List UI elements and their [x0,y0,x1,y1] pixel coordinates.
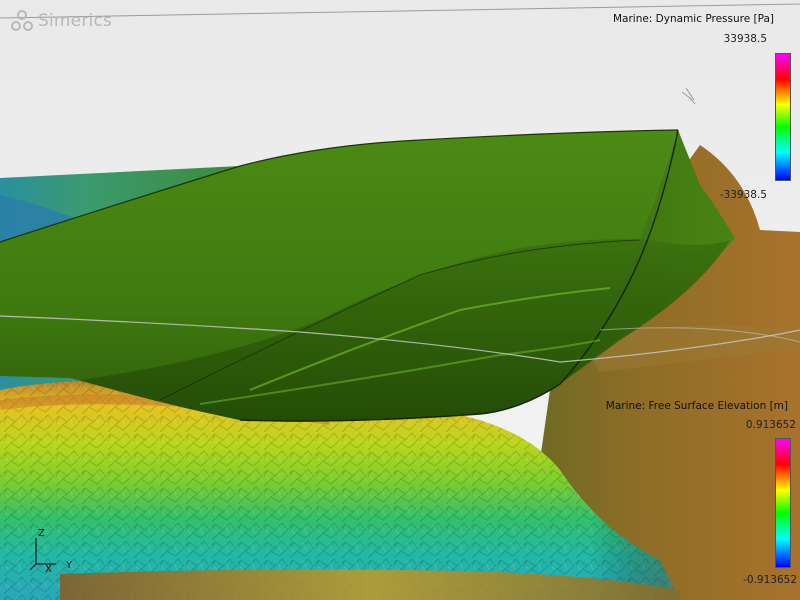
surface-legend-min: -0.913652 [743,574,797,586]
simerics-logo: Simerics [10,9,112,33]
surface-legend-max: 0.913652 [745,419,796,431]
pressure-legend-title: Marine: Dynamic Pressure [Pa] [612,13,774,25]
z-axis-label: Z [38,528,45,539]
y-axis-label: Y [65,560,73,571]
surface-legend-title: Marine: Free Surface Elevation [m] [605,400,788,412]
logo-text: Simerics [38,11,113,31]
3d-viewport[interactable]: Simerics Marine: Dynamic Pressure [Pa] 3… [0,0,800,600]
x-axis-line [29,563,37,571]
axis-triad: Z Y X [29,528,73,574]
pressure-legend-min: -33938.5 [719,189,767,201]
surface-colorbar [775,438,791,568]
simerics-logo-icon [11,10,33,31]
pressure-legend-max: 33938.5 [723,33,767,45]
simulation-scene[interactable] [0,0,800,600]
pressure-colorbar [775,53,791,181]
x-axis-label: X [45,564,52,574]
